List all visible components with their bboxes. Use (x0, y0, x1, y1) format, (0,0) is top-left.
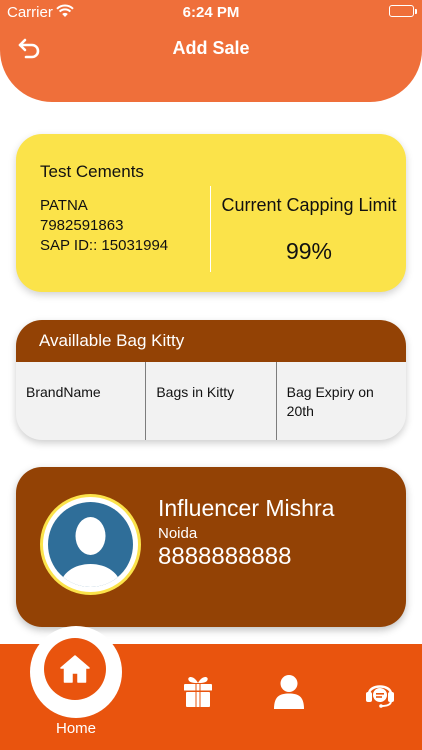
nav-home-button[interactable] (44, 638, 106, 700)
home-icon (60, 655, 90, 683)
dealer-card: Test Cements PATNA 7982591863 SAP ID:: 1… (16, 134, 406, 292)
battery-icon (389, 5, 417, 17)
influencer-city: Noida (158, 525, 198, 542)
user-avatar-icon (48, 502, 133, 587)
dealer-info: PATNA 7982591863 SAP ID:: 15031994 (40, 196, 168, 256)
app-header: Carrier 6:24 PM Add Sale (0, 0, 422, 102)
bag-kitty-title: Availlable Bag Kitty (16, 320, 406, 362)
user-icon (274, 675, 304, 709)
influencer-name: Influencer Mishra (158, 495, 335, 521)
influencer-phone: 8888888888 (158, 543, 292, 570)
avatar (40, 494, 141, 595)
nav-gift-button[interactable] (182, 674, 214, 713)
nav-profile-button[interactable] (273, 674, 305, 715)
column-bags-in-kitty: Bags in Kitty (146, 362, 277, 440)
nav-home-label[interactable]: Home (40, 720, 112, 737)
dealer-city: PATNA (40, 197, 88, 214)
support-icon (366, 685, 394, 708)
capping-label: Current Capping Limit (221, 195, 397, 215)
dealer-phone: 7982591863 (40, 217, 124, 234)
capping-value: 99% (285, 238, 333, 264)
influencer-card[interactable]: Influencer Mishra Noida 8888888888 (16, 467, 406, 627)
page-title: Add Sale (172, 38, 250, 58)
column-bag-expiry: Bag Expiry on 20th (286, 384, 374, 419)
dealer-sap-id: SAP ID:: 15031994 (40, 237, 169, 254)
status-bar: Carrier 6:24 PM (0, 0, 422, 24)
status-time: 6:24 PM (182, 4, 240, 21)
company-name: Test Cements (40, 162, 144, 181)
nav-support-button[interactable] (364, 678, 396, 713)
column-brand-name: BrandName (16, 362, 147, 440)
bottom-nav: Home (0, 626, 422, 750)
bag-kitty-card: Availlable Bag Kitty BrandName Bags in K… (16, 320, 406, 440)
bag-kitty-header-row: BrandName Bags in Kitty Bag Expiry on 20… (16, 362, 406, 440)
gift-icon (184, 676, 212, 707)
card-divider (210, 186, 211, 272)
